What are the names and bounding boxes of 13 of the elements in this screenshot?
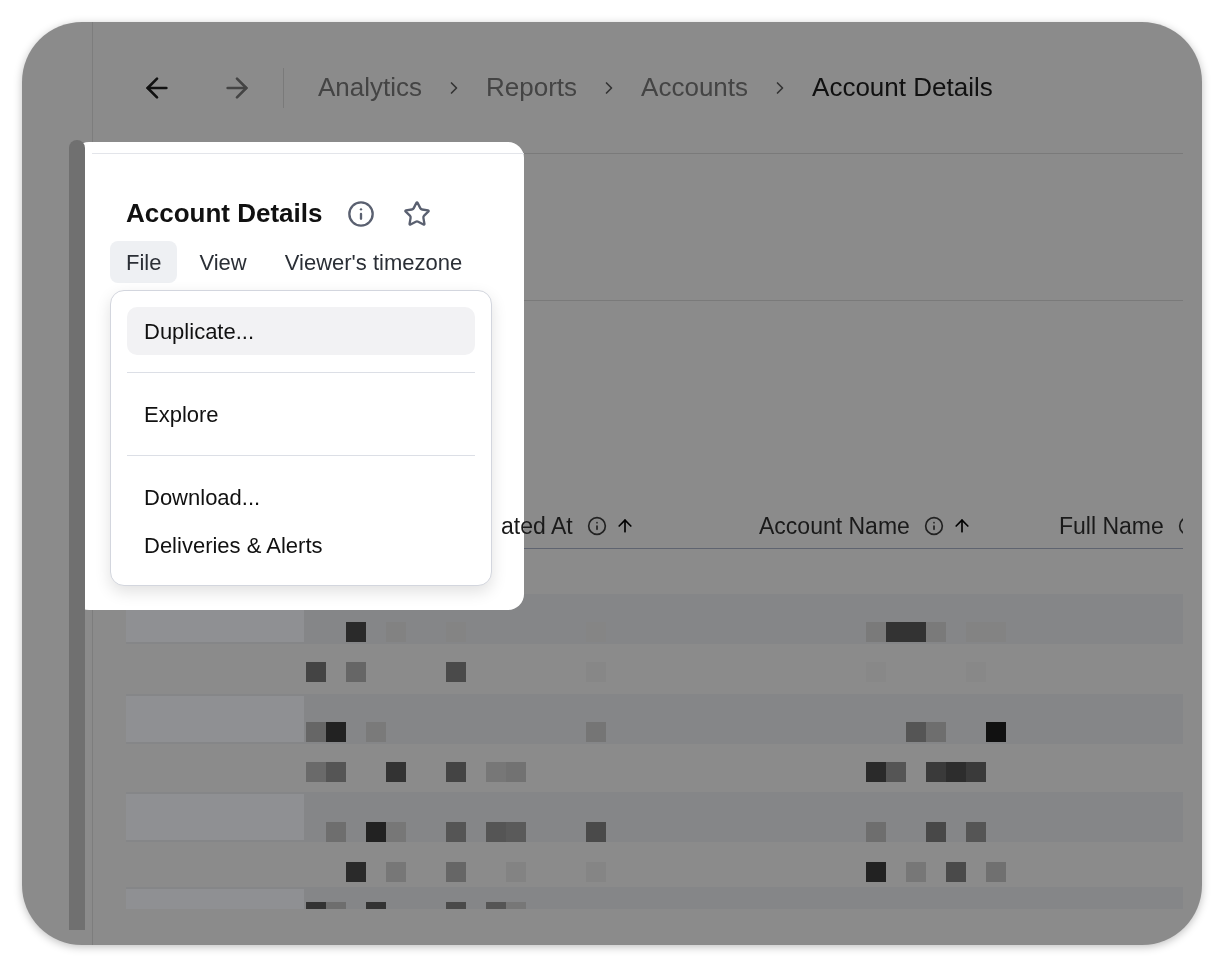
menu-item[interactable]: Download... <box>127 473 475 521</box>
menu-bar-item[interactable]: Viewer's timezone <box>268 241 479 283</box>
star-icon[interactable] <box>402 199 431 228</box>
menu-bar-item[interactable]: View <box>183 241 263 283</box>
page-title: Account Details <box>126 197 323 230</box>
menu-item[interactable]: Duplicate... <box>127 307 475 355</box>
column-header[interactable]: ated At <box>501 508 573 543</box>
menu-item[interactable]: Deliveries & Alerts <box>127 521 475 569</box>
breadcrumb-link[interactable]: Account Details <box>812 68 993 107</box>
column-header[interactable]: Account Name <box>759 508 910 543</box>
column-header[interactable]: Full Name <box>1059 508 1164 543</box>
menu-bar-item[interactable]: File <box>110 241 178 283</box>
menu-item[interactable]: Explore <box>127 390 475 438</box>
